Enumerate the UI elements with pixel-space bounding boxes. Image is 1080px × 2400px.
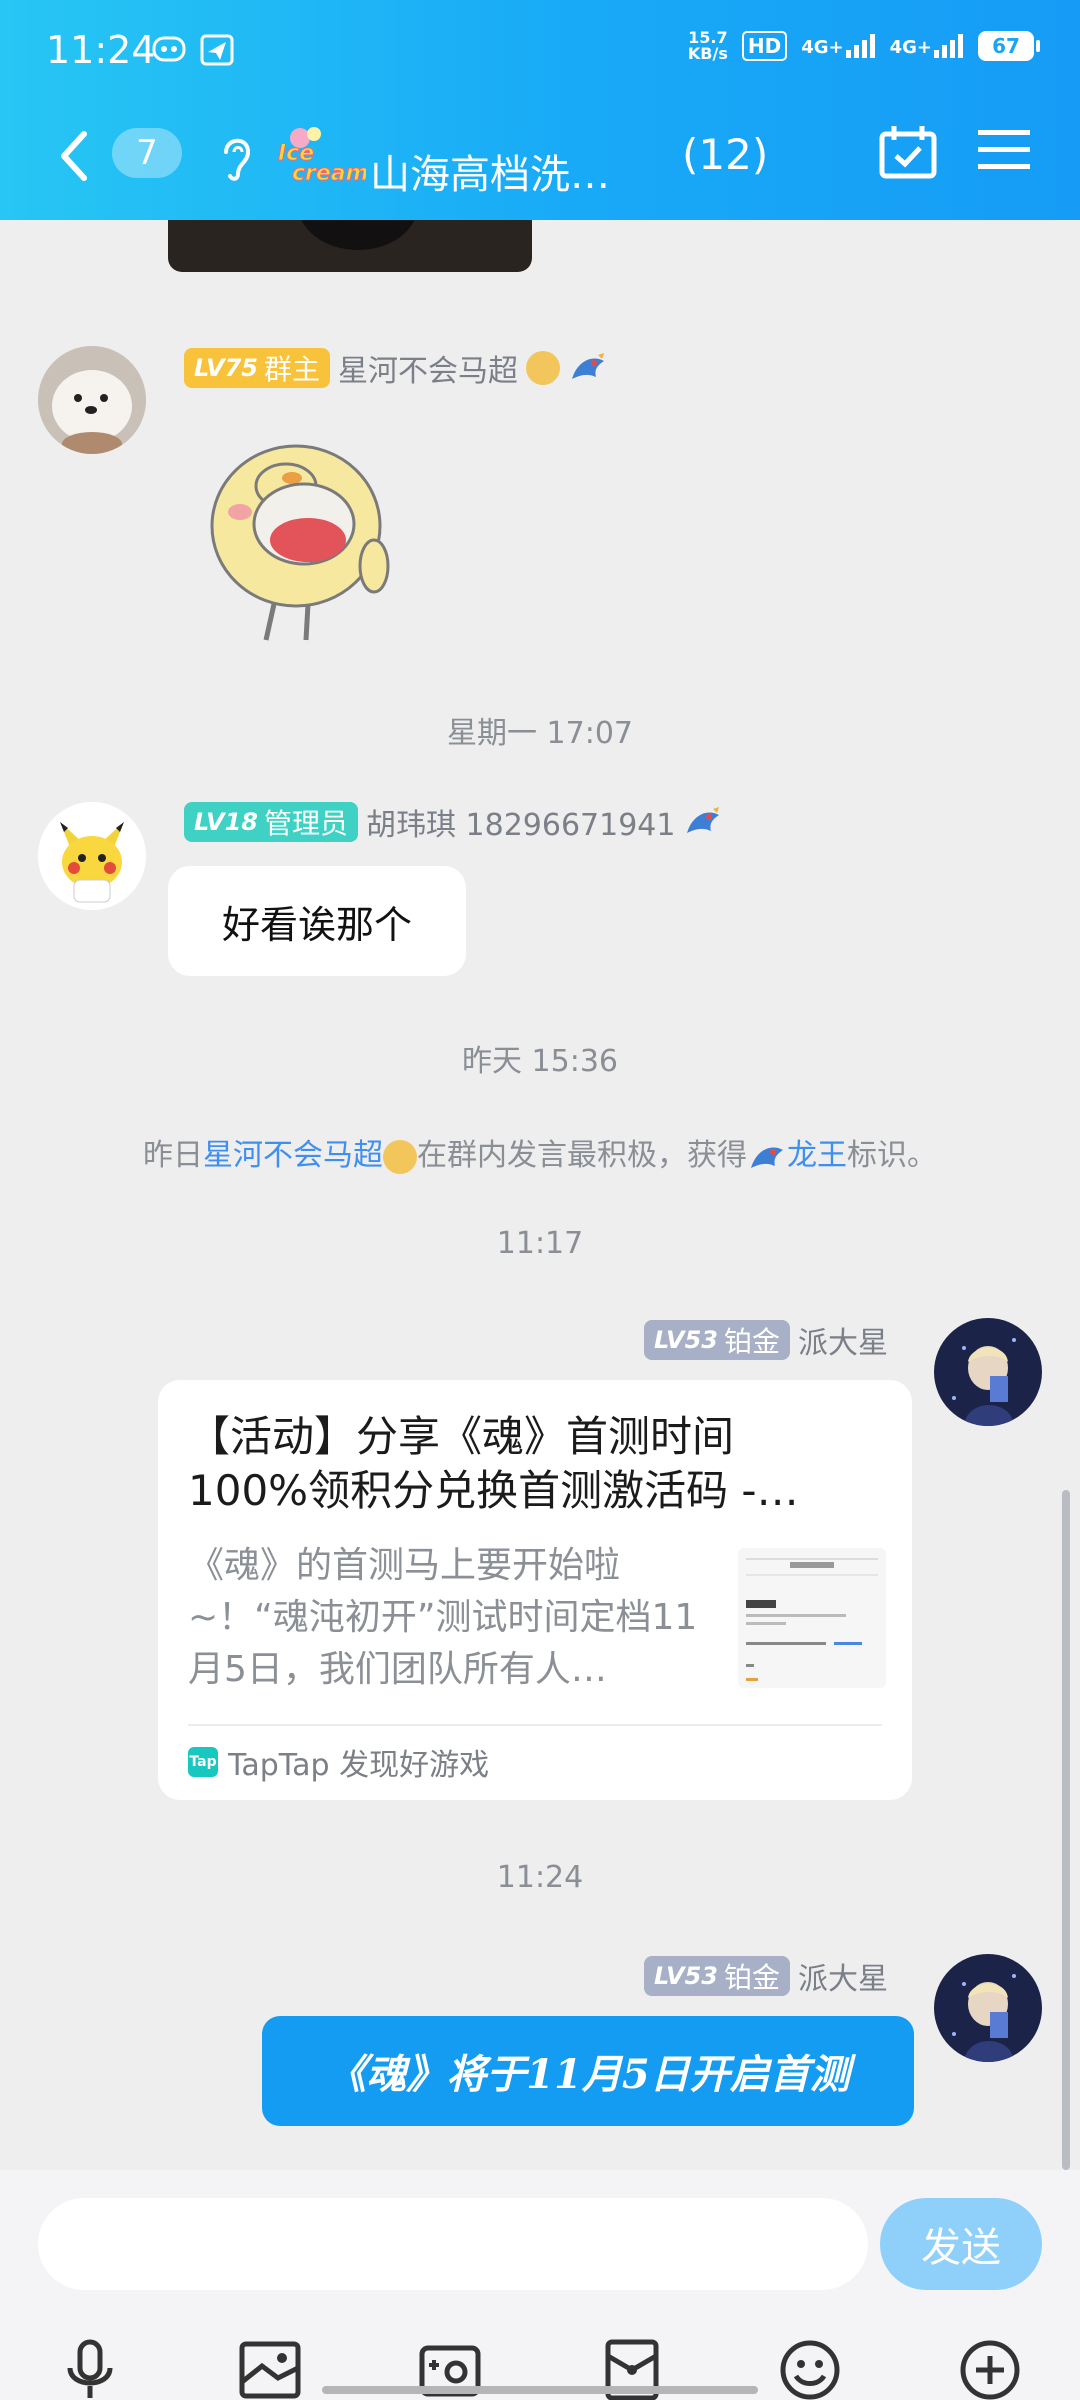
dragon-king-icon (751, 1146, 783, 1168)
share-card[interactable]: 【活动】分享《魂》首测时间 100%领积分兑换首测激活码 -… 《魂》的首测马上… (158, 1380, 912, 1800)
menu-icon[interactable] (978, 128, 1030, 176)
send-button[interactable]: 发送 (880, 2198, 1042, 2290)
app-notification-icon (152, 34, 186, 68)
chat-header: 7 Ice cream 山海高档洗… (12) (0, 100, 1080, 220)
level-badge: LV18 管理员 (184, 802, 358, 842)
status-right: 15.7 KB/s HD 4G+ 4G+ 67 (687, 28, 1040, 63)
sticker-duck[interactable] (196, 416, 396, 646)
notice-title-link[interactable]: 龙王 (787, 1138, 847, 1173)
level-badge: LV53 铂金 (644, 1956, 790, 1996)
emoji-icon[interactable] (778, 2338, 842, 2400)
sender-line: LV53 铂金 派大星 (644, 1318, 888, 1362)
time-divider: 星期一 17:07 (447, 716, 633, 751)
avatar[interactable] (38, 346, 146, 454)
send-notification-icon (200, 34, 234, 70)
message-bubble[interactable]: 好看诶那个 (168, 866, 466, 976)
avatar[interactable] (934, 1954, 1042, 2062)
card-title: 【活动】分享《魂》首测时间 100%领积分兑换首测激活码 -… (188, 1412, 799, 1515)
group-logo-icon: Ice cream (274, 126, 369, 187)
taptap-icon: Tap (188, 1747, 218, 1777)
input-bar: 发送 (0, 2170, 1080, 2400)
sender-line: LV53 铂金 派大星 (644, 1954, 888, 1998)
level-badge: LV53 铂金 (644, 1320, 790, 1360)
card-separator (188, 1724, 882, 1726)
card-description: 《魂》的首测马上要开始啦~！“魂沌初开”测试时间定档11月5日，我们团队所有人… (188, 1545, 698, 1690)
svg-text:cream: cream (292, 161, 366, 182)
system-notice: 昨日星河不会马超 在群内发言最积极，获得 龙王标识。 (143, 1138, 937, 1174)
unread-count-badge[interactable]: 7 (112, 128, 182, 178)
card-thumbnail (738, 1548, 886, 1688)
network-speed: 15.7 KB/s (687, 28, 728, 63)
home-indicator[interactable] (322, 2386, 758, 2394)
group-title[interactable]: 山海高档洗… (370, 142, 610, 200)
status-bar: 11:24 15.7 KB/s HD 4G+ 4G+ 67 (0, 0, 1080, 100)
microphone-icon[interactable] (58, 2338, 122, 2400)
sender-line: LV75 群主 星河不会马超 (184, 346, 608, 390)
notice-user-link[interactable]: 星河不会马超 (203, 1138, 383, 1173)
picture-icon[interactable] (238, 2338, 302, 2400)
avatar[interactable] (934, 1318, 1042, 1426)
member-count: (12) (682, 130, 769, 179)
time-divider: 昨天 15:36 (462, 1044, 618, 1079)
signal-1: 4G+ (801, 34, 875, 58)
hd-icon: HD (741, 31, 788, 61)
sender-name[interactable]: 星河不会马超 (338, 346, 518, 390)
time-divider: 11:24 (496, 1860, 584, 1895)
back-icon[interactable] (54, 128, 94, 188)
message-input[interactable] (38, 2198, 868, 2290)
sender-name[interactable]: 派大星 (798, 1318, 888, 1362)
time-divider: 11:17 (496, 1226, 584, 1261)
scrollbar[interactable] (1062, 1490, 1070, 2170)
chat-area[interactable]: LV75 群主 星河不会马超 星期一 17:07 LV18 管理员 胡玮琪 18… (0, 220, 1080, 2170)
dizzy-face-icon (383, 1139, 417, 1174)
dragon-king-icon (687, 807, 720, 833)
sender-line: LV18 管理员 胡玮琪 18296671941 (184, 800, 723, 844)
sender-name[interactable]: 派大星 (798, 1954, 888, 1998)
dizzy-face-icon (525, 351, 560, 385)
message-bubble[interactable]: 《魂》将于11月5日开启首测 (262, 2016, 914, 2126)
level-badge: LV75 群主 (184, 348, 330, 388)
signal-2: 4G+ (890, 34, 964, 58)
plus-icon[interactable] (958, 2338, 1022, 2400)
ear-mode-icon[interactable] (216, 130, 256, 188)
battery-icon: 67 (978, 31, 1040, 61)
sender-name[interactable]: 胡玮琪 18296671941 (366, 800, 676, 844)
status-time: 11:24 (46, 28, 156, 72)
avatar[interactable] (38, 802, 146, 910)
calendar-check-icon[interactable] (878, 124, 938, 184)
previous-image-message[interactable] (168, 220, 532, 272)
dragon-king-icon (571, 353, 604, 379)
card-source: Tap TapTap 发现好游戏 (188, 1747, 490, 1783)
